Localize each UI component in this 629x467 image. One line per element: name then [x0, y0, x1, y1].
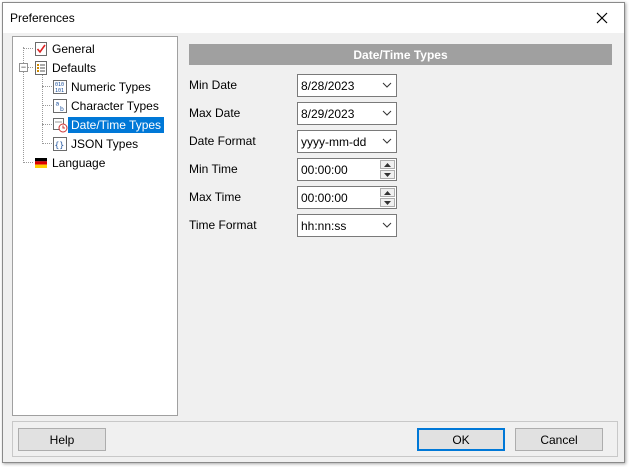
tree-item-general[interactable]: General — [33, 40, 98, 58]
svg-text:b: b — [60, 106, 64, 113]
preferences-tree[interactable]: − General Defaults 010 101 Numeric Types… — [12, 36, 178, 416]
time-format-label: Time Format — [189, 218, 257, 232]
cancel-button-label: Cancel — [540, 432, 578, 447]
arrow-down-icon — [384, 172, 391, 177]
time-format-value: hh:nn:ss — [301, 219, 347, 233]
cancel-button[interactable]: Cancel — [515, 428, 603, 451]
arrow-up-icon — [384, 190, 391, 195]
date-format-label: Date Format — [189, 134, 256, 148]
min-time-spinner[interactable]: 00:00:00 — [297, 158, 397, 181]
tree-item-character-types[interactable]: a b Character Types — [52, 97, 162, 115]
max-time-increment-button[interactable] — [380, 188, 395, 197]
title-bar: Preferences — [3, 3, 624, 33]
min-date-label: Min Date — [189, 78, 238, 92]
max-date-picker[interactable]: 8/29/2023 — [297, 102, 397, 125]
character-types-icon: a b — [52, 98, 68, 114]
tree-item-numeric-types[interactable]: 010 101 Numeric Types — [52, 78, 154, 96]
defaults-collapse-toggle[interactable]: − — [19, 63, 28, 72]
defaults-list-icon — [33, 60, 49, 76]
json-types-icon: {} — [52, 136, 68, 152]
help-button[interactable]: Help — [18, 428, 106, 451]
min-time-increment-button[interactable] — [380, 160, 395, 169]
tree-item-label: JSON Types — [71, 137, 139, 151]
button-bar: Help OK Cancel — [12, 421, 618, 457]
tree-item-language[interactable]: Language — [33, 154, 108, 172]
date-format-value: yyyy-mm-dd — [301, 135, 367, 149]
panel-header: Date/Time Types — [189, 44, 612, 65]
close-button[interactable] — [580, 3, 624, 33]
tree-item-defaults[interactable]: Defaults — [33, 59, 99, 77]
datetime-types-icon — [52, 117, 68, 133]
date-format-select[interactable]: yyyy-mm-dd — [297, 130, 397, 153]
tree-item-label: Numeric Types — [71, 80, 151, 94]
chevron-down-icon — [382, 222, 392, 228]
chevron-down-icon — [382, 82, 392, 88]
time-format-select[interactable]: hh:nn:ss — [297, 214, 397, 237]
max-date-value: 8/29/2023 — [301, 107, 355, 121]
max-time-decrement-button[interactable] — [380, 198, 395, 207]
general-checklist-icon — [33, 41, 49, 57]
language-flag-icon — [33, 155, 49, 171]
chevron-down-icon — [382, 110, 392, 116]
chevron-down-icon — [382, 138, 392, 144]
max-time-label: Max Time — [189, 190, 242, 204]
tree-item-label: Date/Time Types — [68, 117, 165, 133]
max-time-spinner[interactable]: 00:00:00 — [297, 186, 397, 209]
svg-text:101: 101 — [55, 88, 64, 94]
tree-item-label: Defaults — [52, 61, 97, 75]
min-time-decrement-button[interactable] — [380, 170, 395, 179]
min-time-value: 00:00:00 — [301, 163, 348, 177]
min-date-value: 8/28/2023 — [301, 79, 355, 93]
arrow-up-icon — [384, 162, 391, 167]
help-button-label: Help — [49, 432, 75, 447]
preferences-dialog: Preferences − General Defaults 010 101 N… — [2, 2, 625, 463]
ok-button[interactable]: OK — [417, 428, 505, 451]
tree-item-json-types[interactable]: {} JSON Types — [52, 135, 141, 153]
min-date-picker[interactable]: 8/28/2023 — [297, 74, 397, 97]
tree-item-label: General — [52, 42, 95, 56]
min-time-label: Min Time — [189, 162, 238, 176]
arrow-down-icon — [384, 200, 391, 205]
max-time-value: 00:00:00 — [301, 191, 348, 205]
ok-button-label: OK — [452, 432, 470, 447]
window-title: Preferences — [10, 11, 75, 25]
numeric-types-icon: 010 101 — [52, 79, 68, 95]
max-date-label: Max Date — [189, 106, 241, 120]
svg-text:{}: {} — [55, 141, 65, 150]
tree-item-label: Character Types — [71, 99, 159, 113]
svg-text:a: a — [56, 101, 60, 108]
tree-item-datetime-types[interactable]: Date/Time Types — [52, 116, 165, 134]
close-icon — [596, 12, 608, 24]
tree-item-label: Language — [52, 156, 106, 170]
